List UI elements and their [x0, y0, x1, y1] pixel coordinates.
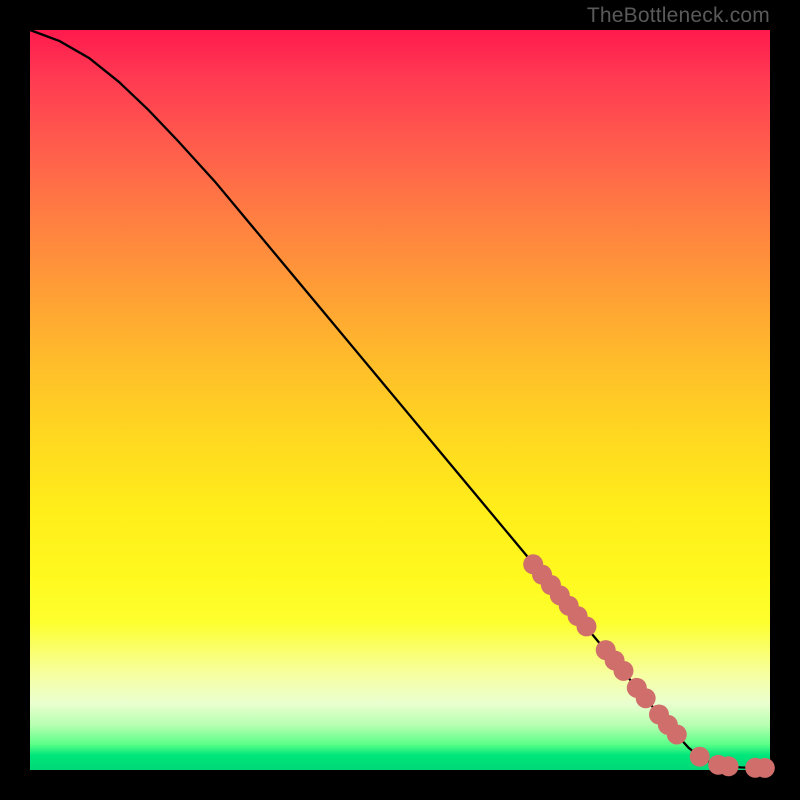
attribution-text: TheBottleneck.com [587, 4, 770, 28]
bottleneck-curve [30, 30, 770, 768]
marker-point [636, 688, 656, 708]
highlighted-points [523, 554, 775, 778]
marker-point [755, 758, 775, 778]
chart-frame: TheBottleneck.com [0, 0, 800, 800]
marker-point [690, 747, 710, 767]
marker-point [719, 756, 739, 776]
marker-point [667, 724, 687, 744]
chart-overlay [30, 30, 770, 770]
marker-point [613, 661, 633, 681]
marker-point [576, 616, 596, 636]
